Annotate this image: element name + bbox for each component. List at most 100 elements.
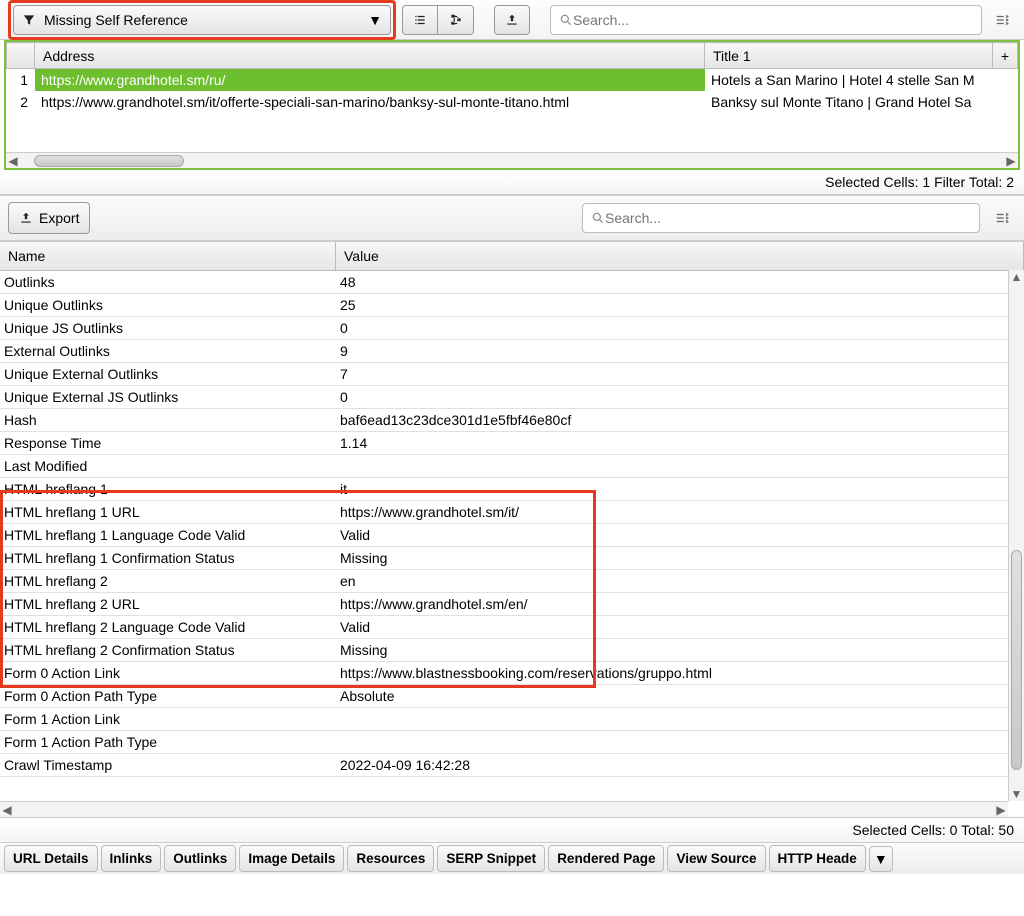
detail-value: 2022-04-09 16:42:28 (336, 754, 1024, 776)
h-scrollbar-details[interactable]: ◀ ▶ (0, 801, 1008, 817)
v-scrollbar-details[interactable]: ▲ ▼ (1008, 270, 1024, 801)
scroll-left-icon[interactable]: ◀ (0, 803, 14, 817)
scroll-up-icon[interactable]: ▲ (1009, 270, 1024, 284)
title1-header[interactable]: Title 1 (705, 43, 993, 69)
detail-row[interactable]: HTML hreflang 1 Confirmation StatusMissi… (0, 547, 1024, 570)
tab-resources[interactable]: Resources (347, 845, 434, 872)
detail-value: Valid (336, 524, 1024, 546)
mid-toolbar: Export (0, 195, 1024, 241)
search-box-mid[interactable] (582, 203, 980, 233)
detail-value: 7 (336, 363, 1024, 385)
detail-row[interactable]: Unique External JS Outlinks0 (0, 386, 1024, 409)
view-mode-group (402, 5, 474, 35)
detail-row[interactable]: Unique JS Outlinks0 (0, 317, 1024, 340)
detail-name: Form 0 Action Path Type (0, 685, 336, 707)
details-header: Name Value (0, 242, 1024, 271)
detail-row[interactable]: HTML hreflang 2 Language Code ValidValid (0, 616, 1024, 639)
tab-url-details[interactable]: URL Details (4, 845, 98, 872)
detail-name: Response Time (0, 432, 336, 454)
detail-value: it (336, 478, 1024, 500)
tab-rendered-page[interactable]: Rendered Page (548, 845, 664, 872)
tab-view-source[interactable]: View Source (667, 845, 765, 872)
tab-inlinks[interactable]: Inlinks (101, 845, 162, 872)
detail-name: Unique JS Outlinks (0, 317, 336, 339)
detail-name: Unique External Outlinks (0, 363, 336, 385)
filter-label: Missing Self Reference (44, 12, 188, 28)
detail-row[interactable]: Hashbaf6ead13c23dce301d1e5fbf46e80cf (0, 409, 1024, 432)
detail-row[interactable]: HTML hreflang 2 URLhttps://www.grandhote… (0, 593, 1024, 616)
tree-view-button[interactable] (438, 5, 474, 35)
detail-value: 0 (336, 386, 1024, 408)
scroll-thumb-v[interactable] (1011, 550, 1022, 770)
detail-row[interactable]: Response Time1.14 (0, 432, 1024, 455)
scroll-left-icon[interactable]: ◀ (6, 154, 20, 168)
h-scrollbar-top[interactable]: ◀ ▶ (6, 152, 1018, 168)
detail-row[interactable]: Crawl Timestamp2022-04-09 16:42:28 (0, 754, 1024, 777)
scroll-down-icon[interactable]: ▼ (1009, 787, 1024, 801)
detail-value: https://www.blastnessbooking.com/reserva… (336, 662, 1024, 684)
search-box-top[interactable] (550, 5, 982, 35)
detail-value (336, 708, 1024, 730)
detail-row[interactable]: Form 1 Action Link (0, 708, 1024, 731)
upload-button[interactable] (494, 5, 530, 35)
detail-name: HTML hreflang 1 URL (0, 501, 336, 523)
detail-row[interactable]: HTML hreflang 2 Confirmation StatusMissi… (0, 639, 1024, 662)
details-name-header[interactable]: Name (0, 242, 336, 270)
detail-row[interactable]: Unique Outlinks25 (0, 294, 1024, 317)
detail-name: Last Modified (0, 455, 336, 477)
export-button[interactable]: Export (8, 202, 90, 234)
detail-row[interactable]: HTML hreflang 2en (0, 570, 1024, 593)
scroll-thumb[interactable] (34, 155, 184, 167)
add-column-button[interactable]: + (992, 43, 1017, 69)
address-cell[interactable]: https://www.grandhotel.sm/it/offerte-spe… (35, 91, 705, 113)
detail-row[interactable]: Form 0 Action Linkhttps://www.blastnessb… (0, 662, 1024, 685)
table-row[interactable]: 1https://www.grandhotel.sm/ru/Hotels a S… (7, 69, 1018, 91)
scroll-right-icon[interactable]: ▶ (1004, 154, 1018, 168)
title-cell[interactable]: Hotels a San Marino | Hotel 4 stelle San… (705, 69, 1018, 91)
detail-name: Form 1 Action Link (0, 708, 336, 730)
detail-value: 25 (336, 294, 1024, 316)
detail-value: 1.14 (336, 432, 1024, 454)
detail-name: HTML hreflang 2 Confirmation Status (0, 639, 336, 661)
detail-row[interactable]: Form 0 Action Path TypeAbsolute (0, 685, 1024, 708)
filter-dropdown[interactable]: Missing Self Reference ▼ (13, 5, 391, 35)
detail-row[interactable]: HTML hreflang 1it (0, 478, 1024, 501)
detail-value: 0 (336, 317, 1024, 339)
detail-row[interactable]: External Outlinks9 (0, 340, 1024, 363)
detail-value: Missing (336, 547, 1024, 569)
settings-button-mid[interactable] (988, 204, 1016, 232)
scroll-right-icon[interactable]: ▶ (994, 803, 1008, 817)
details-value-header[interactable]: Value (336, 242, 1024, 270)
detail-name: HTML hreflang 2 Language Code Valid (0, 616, 336, 638)
detail-row[interactable]: HTML hreflang 1 Language Code ValidValid (0, 524, 1024, 547)
detail-name: Form 1 Action Path Type (0, 731, 336, 753)
detail-name: HTML hreflang 2 URL (0, 593, 336, 615)
tab-image-details[interactable]: Image Details (239, 845, 344, 872)
detail-row[interactable]: Last Modified (0, 455, 1024, 478)
tab-serp-snippet[interactable]: SERP Snippet (437, 845, 545, 872)
detail-row[interactable]: HTML hreflang 1 URLhttps://www.grandhote… (0, 501, 1024, 524)
detail-row[interactable]: Outlinks48 (0, 271, 1024, 294)
row-number-header[interactable] (7, 43, 35, 69)
tab-http-heade[interactable]: HTTP Heade (769, 845, 866, 872)
detail-value: Absolute (336, 685, 1024, 707)
detail-value: 9 (336, 340, 1024, 362)
detail-name: Crawl Timestamp (0, 754, 336, 776)
detail-name: HTML hreflang 1 (0, 478, 336, 500)
detail-value: Missing (336, 639, 1024, 661)
detail-value: en (336, 570, 1024, 592)
tabs-overflow-button[interactable]: ▼ (869, 846, 893, 872)
settings-button-top[interactable] (988, 6, 1016, 34)
detail-row[interactable]: Unique External Outlinks7 (0, 363, 1024, 386)
tab-outlinks[interactable]: Outlinks (164, 845, 236, 872)
list-view-button[interactable] (402, 5, 438, 35)
table-row[interactable]: 2https://www.grandhotel.sm/it/offerte-sp… (7, 91, 1018, 113)
title-cell[interactable]: Banksy sul Monte Titano | Grand Hotel Sa (705, 91, 1018, 113)
address-cell[interactable]: https://www.grandhotel.sm/ru/ (35, 69, 705, 91)
search-input-mid[interactable] (605, 210, 971, 226)
search-input-top[interactable] (573, 12, 973, 28)
detail-value (336, 455, 1024, 477)
detail-row[interactable]: Form 1 Action Path Type (0, 731, 1024, 754)
detail-value (336, 731, 1024, 753)
address-header[interactable]: Address (35, 43, 705, 69)
